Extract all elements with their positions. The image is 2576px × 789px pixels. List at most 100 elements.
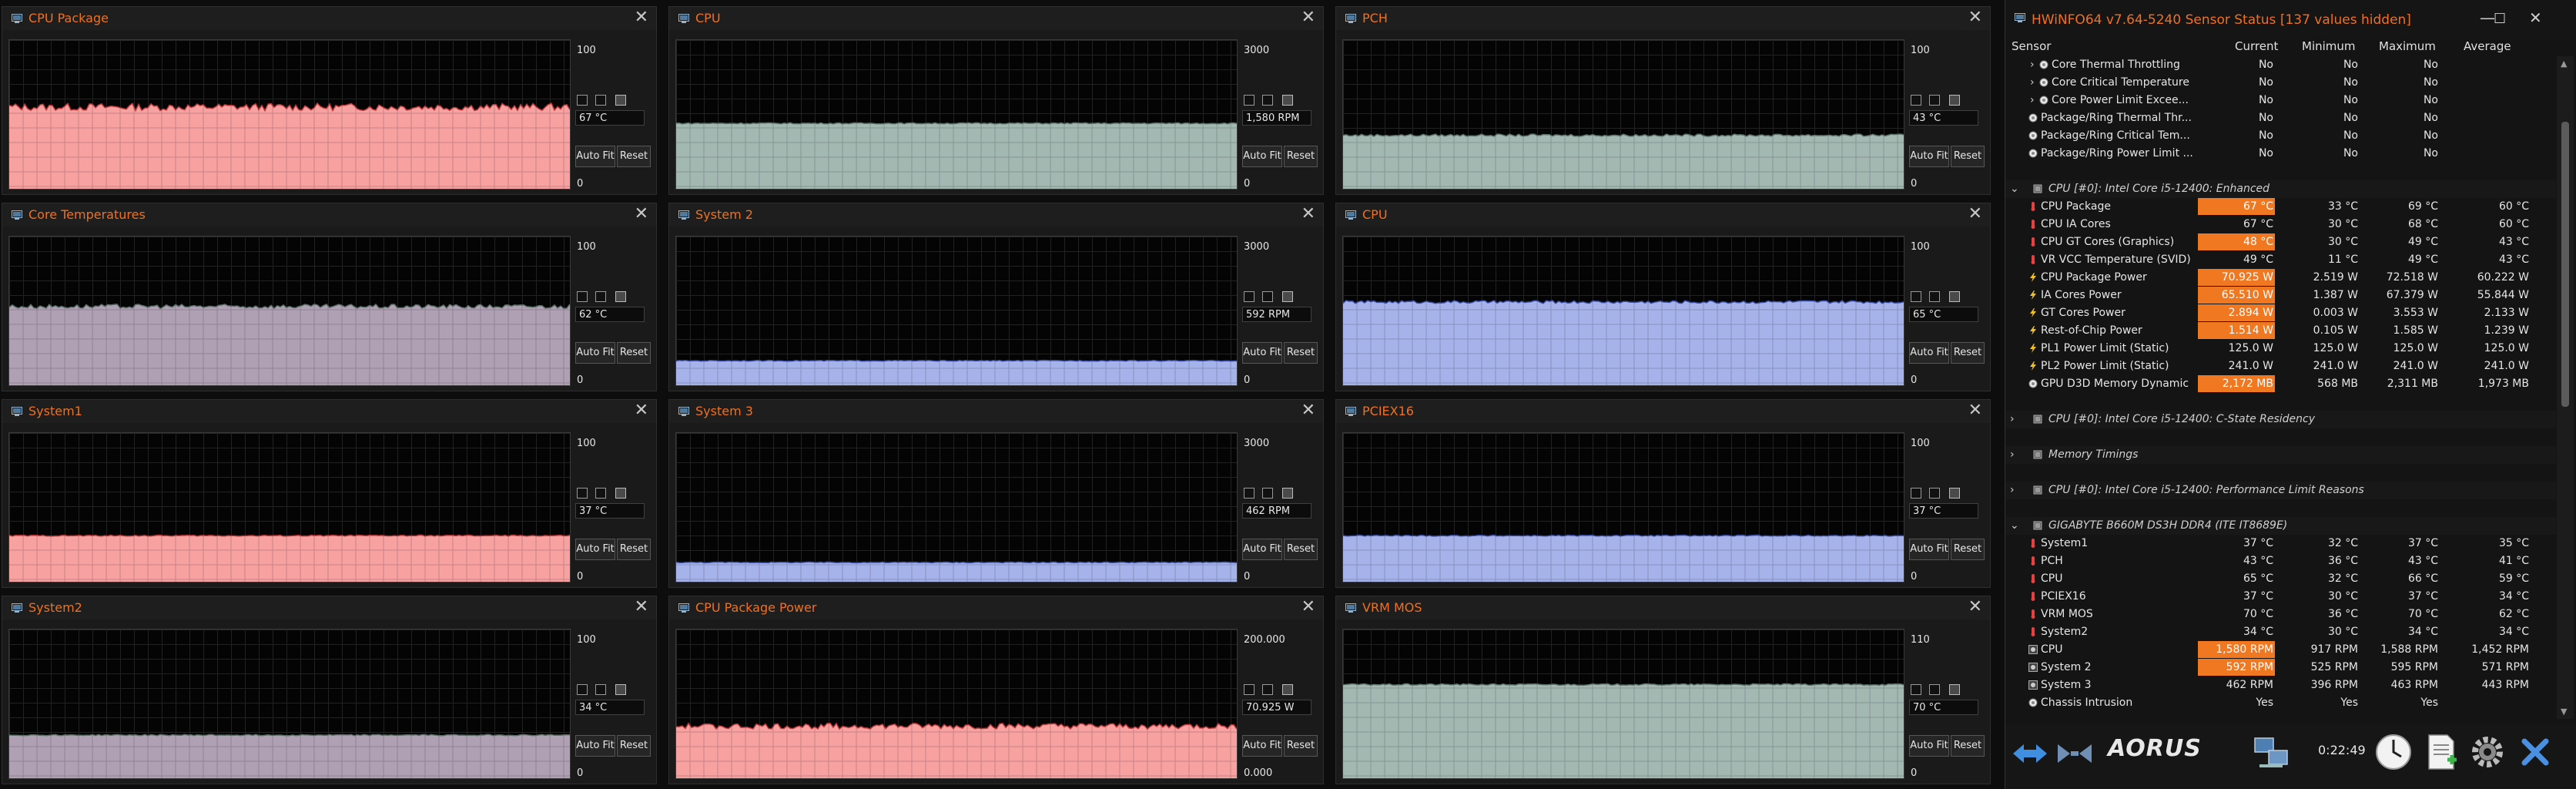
option-checkbox[interactable] xyxy=(1244,291,1255,302)
minimize-icon[interactable]: — xyxy=(2480,9,2495,26)
graph-titlebar[interactable]: CPU ✕ xyxy=(669,7,1323,30)
close-icon[interactable]: ✕ xyxy=(1968,205,1982,223)
sensor-row[interactable]: System 3 462 RPM 396 RPM 463 RPM 443 RPM xyxy=(2005,677,2556,694)
sensor-group-row[interactable]: ⌄ CPU [#0]: Intel Core i5-12400: Enhanced xyxy=(2005,180,2556,198)
sensor-row[interactable]: Chassis Intrusion Yes Yes Yes xyxy=(2005,694,2556,712)
reset-button[interactable]: Reset xyxy=(1284,342,1318,364)
hwinfo-titlebar[interactable]: HWiNFO64 v7.64-5240 Sensor Status [137 v… xyxy=(2005,0,2576,39)
auto-fit-button[interactable]: Auto Fit xyxy=(575,735,615,757)
auto-fit-button[interactable]: Auto Fit xyxy=(1242,342,1282,364)
option-checkbox[interactable] xyxy=(1929,95,1940,106)
option-checkbox[interactable] xyxy=(615,291,626,302)
option-checkbox[interactable] xyxy=(1929,488,1940,499)
close-icon[interactable]: ✕ xyxy=(1301,401,1315,420)
graph-titlebar[interactable]: CPU Package Power ✕ xyxy=(669,596,1323,619)
option-checkbox[interactable] xyxy=(577,291,588,302)
option-checkbox[interactable] xyxy=(1911,95,1921,106)
option-checkbox[interactable] xyxy=(1911,684,1921,695)
close-icon[interactable]: ✕ xyxy=(1968,401,1982,420)
col-current[interactable]: Current xyxy=(2235,39,2278,53)
auto-fit-button[interactable]: Auto Fit xyxy=(1242,146,1282,167)
report-icon[interactable] xyxy=(2421,732,2461,772)
auto-fit-button[interactable]: Auto Fit xyxy=(1242,735,1282,757)
sensor-group-row[interactable]: ⌄ GIGABYTE B660M DS3H DDR4 (ITE IT8689E) xyxy=(2005,517,2556,535)
reset-button[interactable]: Reset xyxy=(1951,735,1985,757)
graph-titlebar[interactable]: System1 ✕ xyxy=(2,400,656,423)
col-maximum[interactable]: Maximum xyxy=(2379,39,2436,53)
close-icon[interactable]: ✕ xyxy=(1968,598,1982,616)
option-checkbox[interactable] xyxy=(1282,291,1293,302)
option-checkbox[interactable] xyxy=(615,95,626,106)
option-checkbox[interactable] xyxy=(1929,291,1940,302)
option-checkbox[interactable] xyxy=(1262,95,1273,106)
close-icon[interactable]: ✕ xyxy=(635,401,648,420)
graph-titlebar[interactable]: CPU Package ✕ xyxy=(2,7,656,30)
col-minimum[interactable]: Minimum xyxy=(2302,39,2356,53)
close-icon[interactable]: ✕ xyxy=(1301,598,1315,616)
sensor-row[interactable]: CPU 65 °C 32 °C 66 °C 59 °C xyxy=(2005,570,2556,588)
option-checkbox[interactable] xyxy=(595,684,606,695)
reset-button[interactable]: Reset xyxy=(1951,539,1985,560)
scroll-up-icon[interactable]: ▲ xyxy=(2561,59,2567,69)
sensor-row[interactable]: GPU D3D Memory Dynamic 2,172 MB 568 MB 2,31… xyxy=(2005,375,2556,393)
option-checkbox[interactable] xyxy=(595,291,606,302)
auto-fit-button[interactable]: Auto Fit xyxy=(575,342,615,364)
option-checkbox[interactable] xyxy=(1949,684,1960,695)
auto-fit-button[interactable]: Auto Fit xyxy=(575,539,615,560)
scrollbar-thumb[interactable] xyxy=(2561,122,2569,407)
sensor-row[interactable]: CPU IA Cores 67 °C 30 °C 68 °C 60 °C xyxy=(2005,216,2556,233)
sensor-row[interactable]: PL1 Power Limit (Static) 125.0 W 125.0 W 12… xyxy=(2005,340,2556,358)
auto-fit-button[interactable]: Auto Fit xyxy=(575,146,615,167)
reset-button[interactable]: Reset xyxy=(617,539,651,560)
col-sensor[interactable]: Sensor xyxy=(2012,39,2051,53)
sensor-row[interactable]: › Core Critical Temperature No No No xyxy=(2005,74,2556,92)
graph-titlebar[interactable]: Core Temperatures ✕ xyxy=(2,203,656,227)
reset-button[interactable]: Reset xyxy=(617,735,651,757)
reset-button[interactable]: Reset xyxy=(1284,146,1318,167)
sensor-list-scrollbar[interactable]: ▲ ▼ xyxy=(2557,56,2574,719)
chevron-down-icon[interactable]: ⌄ xyxy=(2010,519,2019,532)
reset-button[interactable]: Reset xyxy=(1284,735,1318,757)
sensor-row[interactable]: Rest-of-Chip Power 1.514 W 0.105 W 1.585 W 1… xyxy=(2005,322,2556,340)
option-checkbox[interactable] xyxy=(1244,95,1255,106)
chevron-right-icon[interactable]: › xyxy=(2030,76,2035,89)
reset-button[interactable]: Reset xyxy=(1284,539,1318,560)
graph-titlebar[interactable]: PCIEX16 ✕ xyxy=(1336,400,1990,423)
scroll-down-icon[interactable]: ▼ xyxy=(2561,707,2567,717)
option-checkbox[interactable] xyxy=(1262,684,1273,695)
close-icon[interactable]: ✕ xyxy=(2529,9,2542,26)
sensor-row[interactable]: Package/Ring Critical Tem... No No No xyxy=(2005,127,2556,145)
sensor-row[interactable]: System2 34 °C 30 °C 34 °C 34 °C xyxy=(2005,623,2556,641)
auto-fit-button[interactable]: Auto Fit xyxy=(1242,539,1282,560)
option-checkbox[interactable] xyxy=(1949,291,1960,302)
sensor-row[interactable]: System1 37 °C 32 °C 37 °C 35 °C xyxy=(2005,535,2556,552)
option-checkbox[interactable] xyxy=(1262,488,1273,499)
option-checkbox[interactable] xyxy=(577,95,588,106)
auto-fit-button[interactable]: Auto Fit xyxy=(1909,146,1949,167)
sensor-row[interactable]: IA Cores Power 65.510 W 1.387 W 67.379 W 55.… xyxy=(2005,287,2556,304)
exit-icon[interactable] xyxy=(2515,732,2555,772)
sensor-row[interactable]: VRM MOS 70 °C 36 °C 70 °C 62 °C xyxy=(2005,606,2556,623)
chevron-right-icon[interactable]: › xyxy=(2010,484,2015,496)
sensor-row[interactable]: VR VCC Temperature (SVID) 49 °C 11 °C 49 °C… xyxy=(2005,251,2556,269)
graph-titlebar[interactable]: System 2 ✕ xyxy=(669,203,1323,227)
reset-button[interactable]: Reset xyxy=(1951,146,1985,167)
option-checkbox[interactable] xyxy=(577,684,588,695)
maximize-icon[interactable]: ☐ xyxy=(2494,11,2506,28)
close-icon[interactable]: ✕ xyxy=(635,205,648,223)
option-checkbox[interactable] xyxy=(1929,684,1940,695)
sensor-group-row[interactable]: › CPU [#0]: Intel Core i5-12400: C-State … xyxy=(2005,411,2556,428)
chevron-right-icon[interactable]: › xyxy=(2030,59,2035,71)
option-checkbox[interactable] xyxy=(1949,95,1960,106)
sensor-row[interactable]: Package/Ring Thermal Thr... No No No xyxy=(2005,109,2556,127)
option-checkbox[interactable] xyxy=(1282,684,1293,695)
navigate-arrows-icon[interactable] xyxy=(2010,737,2050,771)
graph-titlebar[interactable]: System2 ✕ xyxy=(2,596,656,619)
close-icon[interactable]: ✕ xyxy=(1301,8,1315,27)
option-checkbox[interactable] xyxy=(595,488,606,499)
auto-fit-button[interactable]: Auto Fit xyxy=(1909,539,1949,560)
collapse-arrows-icon[interactable] xyxy=(2055,737,2095,771)
option-checkbox[interactable] xyxy=(1282,95,1293,106)
sensor-row[interactable]: PL2 Power Limit (Static) 241.0 W 241.0 W 24… xyxy=(2005,358,2556,375)
graph-titlebar[interactable]: CPU ✕ xyxy=(1336,203,1990,227)
